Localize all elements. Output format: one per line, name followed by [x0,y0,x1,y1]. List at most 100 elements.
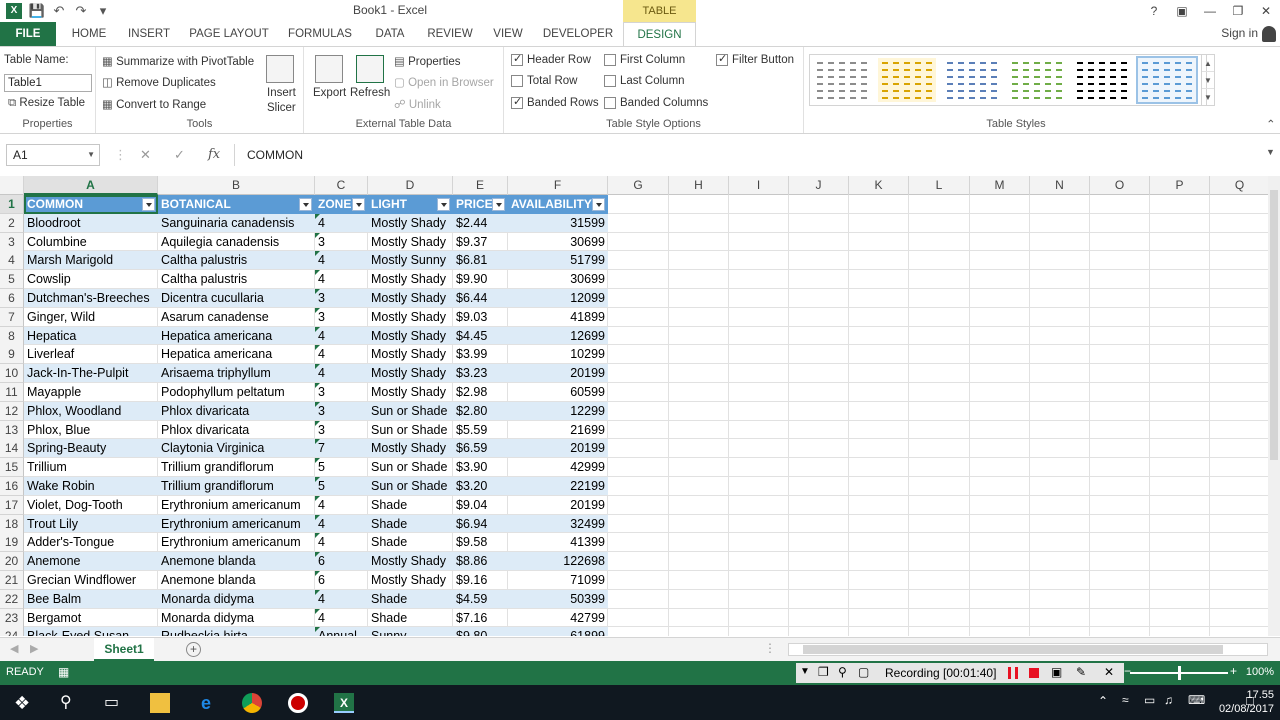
row-header[interactable]: 22 [0,589,24,609]
row-header[interactable]: 16 [0,477,24,496]
table-cell[interactable]: $6.94 [453,515,508,534]
filter-dropdown-icon[interactable] [592,198,605,211]
table-cell[interactable]: 3 [315,421,368,440]
sheet-prev-icon[interactable]: ◀ [10,642,18,655]
table-cell[interactable]: Mostly Shady [368,270,453,289]
macro-record-icon[interactable]: ▦ [58,665,69,679]
table-cell[interactable]: $5.59 [453,421,508,440]
table-cell[interactable]: 12699 [508,327,608,346]
recorder-region-icon[interactable]: ▢ [858,665,869,679]
column-header-o[interactable]: O [1090,176,1150,195]
column-header-g[interactable]: G [608,176,669,195]
row-header[interactable]: 12 [0,401,24,421]
table-cell[interactable]: $7.16 [453,609,508,628]
file-explorer-icon[interactable] [150,693,170,713]
table-cell[interactable]: Shade [368,515,453,534]
remove-duplicates-button[interactable]: ◫ Remove Duplicates [102,75,216,89]
column-header-e[interactable]: E [453,176,508,195]
column-header-l[interactable]: L [909,176,970,195]
name-box[interactable]: A1 ▼ [6,144,100,166]
pause-icon[interactable] [1008,667,1018,679]
sheet-next-icon[interactable]: ▶ [30,642,38,655]
table-cell[interactable]: Hepatica americana [158,327,315,346]
table-cell[interactable]: Bee Balm [24,590,158,609]
chrome-icon[interactable] [242,693,262,713]
table-cell[interactable]: Black-Eyed Susan [24,627,158,636]
insert-slicer-label-2[interactable]: Slicer [267,102,296,114]
table-cell[interactable]: Dicentra cucullaria [158,289,315,308]
table-cell[interactable]: 3 [315,308,368,327]
table-cell[interactable]: $9.80 [453,627,508,636]
pen-icon[interactable]: ✎ [1076,665,1086,679]
column-header-k[interactable]: K [849,176,909,195]
minimize-icon[interactable]: — [1196,0,1224,22]
name-box-dropdown-icon[interactable]: ▼ [87,145,95,165]
filter-dropdown-icon[interactable] [352,198,365,211]
table-cell[interactable]: Mostly Shady [368,233,453,252]
table-cell[interactable]: Dutchman's-Breeches [24,289,158,308]
table-cell[interactable]: Caltha palustris [158,270,315,289]
table-cell[interactable]: 6 [315,571,368,590]
gallery-down-icon[interactable]: ▼ [1202,72,1214,89]
table-cell[interactable]: $2.44 [453,214,508,233]
table-style-swatch[interactable] [878,58,936,102]
row-header[interactable]: 3 [0,232,24,252]
table-cell[interactable]: Shade [368,496,453,515]
table-cell[interactable]: 21699 [508,421,608,440]
table-cell[interactable]: Mostly Shady [368,345,453,364]
table-name-input[interactable]: Table1 [4,74,92,92]
column-header-c[interactable]: C [315,176,368,195]
table-cell[interactable]: 122698 [508,552,608,571]
table-cell[interactable]: 5 [315,477,368,496]
filter-dropdown-icon[interactable] [437,198,450,211]
external-properties-button[interactable]: ▤ Properties [394,54,460,68]
recorder-zoom-icon[interactable]: ⚲ [838,665,847,679]
recorder-menu-icon[interactable]: ▼ [800,666,810,677]
tab-formulas[interactable]: FORMULAS [284,22,356,46]
battery-icon[interactable]: ▭ [1144,693,1155,707]
table-cell[interactable]: Mostly Shady [368,327,453,346]
table-cell[interactable]: 30699 [508,270,608,289]
table-cell[interactable]: $9.37 [453,233,508,252]
table-cell[interactable]: 4 [315,251,368,270]
table-cell[interactable]: 4 [315,270,368,289]
table-cell[interactable]: Erythronium americanum [158,515,315,534]
table-cell[interactable]: 4 [315,327,368,346]
table-cell[interactable]: 61899 [508,627,608,636]
refresh-icon[interactable] [356,55,384,83]
export-button[interactable]: Export [313,87,346,99]
table-cell[interactable]: Monarda didyma [158,590,315,609]
tab-view[interactable]: VIEW [488,22,528,46]
vertical-scroll-thumb[interactable] [1270,190,1278,460]
table-cell[interactable]: Sun or Shade [368,477,453,496]
table-cell[interactable]: 41899 [508,308,608,327]
table-cell[interactable]: Sunny [368,627,453,636]
table-cell[interactable]: $2.98 [453,383,508,402]
table-cell[interactable]: Trillium [24,458,158,477]
horizontal-scrollbar[interactable] [788,643,1268,656]
table-cell[interactable]: $2.80 [453,402,508,421]
table-cell[interactable]: Anemone blanda [158,571,315,590]
table-cell[interactable]: Mostly Shady [368,439,453,458]
new-sheet-button[interactable]: + [186,642,201,657]
gallery-up-icon[interactable]: ▲ [1202,55,1214,72]
table-header-zone[interactable]: ZONE [315,195,352,214]
select-all-corner[interactable] [0,176,24,195]
excel-taskbar-icon[interactable]: X [334,693,354,713]
table-cell[interactable]: Sun or Shade [368,402,453,421]
last-column-checkbox[interactable] [604,75,616,87]
table-cell[interactable]: 31599 [508,214,608,233]
tray-expand-icon[interactable]: ⌃ [1098,694,1108,708]
table-cell[interactable]: 12099 [508,289,608,308]
sheet-tab-sheet1[interactable]: Sheet1 [94,638,154,661]
row-header[interactable]: 5 [0,270,24,290]
column-header-a[interactable]: A [24,176,158,195]
sign-in-link[interactable]: Sign in [1221,26,1258,40]
table-cell[interactable]: 4 [315,590,368,609]
table-cell[interactable]: $3.20 [453,477,508,496]
row-header[interactable]: 24 [0,627,24,636]
table-cell[interactable]: 3 [315,383,368,402]
table-cell[interactable]: $3.90 [453,458,508,477]
zoom-percent[interactable]: 100% [1246,666,1274,678]
table-cell[interactable]: Adder's-Tongue [24,533,158,552]
